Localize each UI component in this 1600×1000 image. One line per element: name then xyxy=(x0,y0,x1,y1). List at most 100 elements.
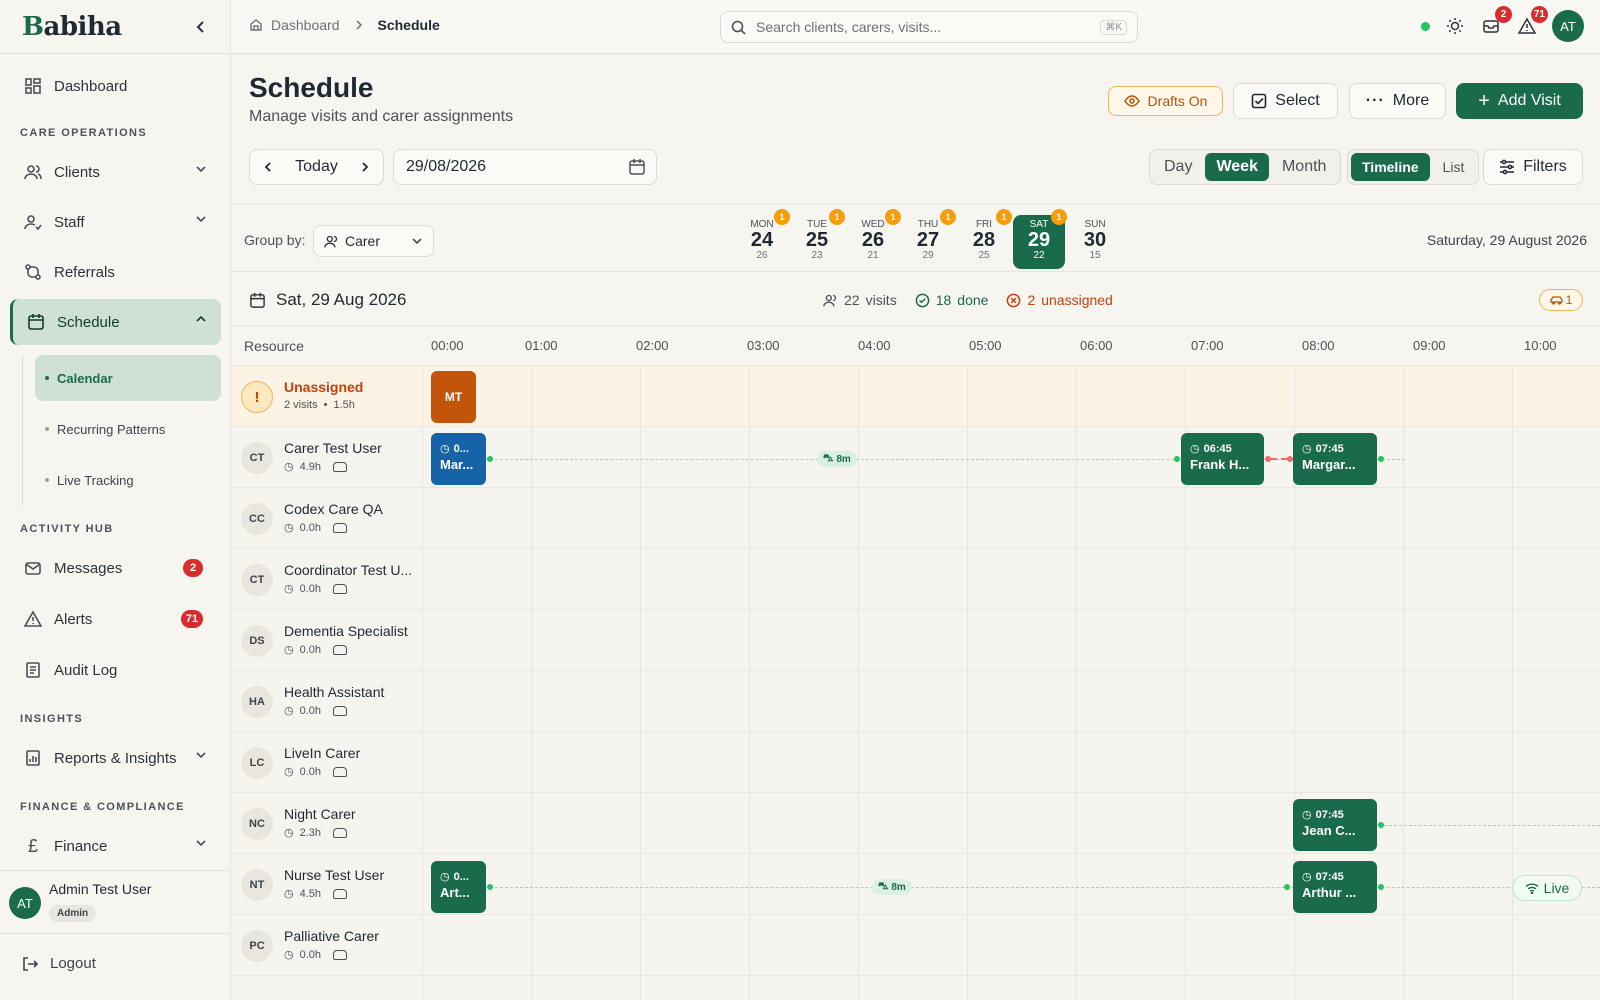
sidebar-item-schedule[interactable]: Schedule xyxy=(10,299,221,345)
week-strip: Group by: Carer MON 24 26 1 TUE 25 23 1 … xyxy=(231,204,1600,272)
sidebar-item-dashboard[interactable]: Dashboard xyxy=(10,63,221,109)
resource-name[interactable]: Dementia Specialist xyxy=(284,623,408,639)
unassigned-warning-icon: ! xyxy=(241,381,273,413)
breadcrumb-dashboard[interactable]: Dashboard xyxy=(271,17,340,33)
today-button[interactable]: Today xyxy=(295,158,338,176)
sidebar-item-referrals[interactable]: Referrals xyxy=(10,249,221,295)
resource-name[interactable]: Palliative Carer xyxy=(284,928,379,944)
avatar: NC xyxy=(241,808,273,840)
visit-client: Jean C... xyxy=(1302,823,1356,838)
clock-icon: ◷ xyxy=(1302,443,1312,455)
day-sat-selected[interactable]: SAT 29 22 1 xyxy=(1013,209,1067,269)
section-finance-compliance: FINANCE & COMPLIANCE xyxy=(20,801,185,813)
day-fri[interactable]: FRI 28 25 1 xyxy=(958,209,1012,269)
resource-name[interactable]: Health Assistant xyxy=(284,684,384,700)
hour-gridline xyxy=(858,366,859,1000)
drafts-toggle-button[interactable]: Drafts On xyxy=(1108,86,1223,116)
day-tue[interactable]: TUE 25 23 1 xyxy=(791,209,845,269)
day-date: 30 xyxy=(1083,229,1107,251)
more-button[interactable]: ··· More xyxy=(1349,83,1446,119)
drafts-label: Drafts On xyxy=(1147,93,1208,109)
day-wed[interactable]: WED 26 21 1 xyxy=(847,209,901,269)
sidebar-item-messages[interactable]: Messages 2 xyxy=(10,545,221,591)
visit-block[interactable]: ◷ 07:45 Margar... xyxy=(1293,433,1377,485)
chevron-down-icon xyxy=(195,749,207,761)
resource-hours: 0.0h xyxy=(299,582,322,595)
resource-name[interactable]: Night Carer xyxy=(284,806,356,822)
next-period-button[interactable] xyxy=(359,161,371,173)
sidebar-subitem-live-tracking[interactable]: Live Tracking xyxy=(35,457,221,503)
travel-warning-pill[interactable]: 1 xyxy=(1539,289,1583,311)
sidebar-subitem-calendar[interactable]: Calendar xyxy=(35,355,221,401)
current-user[interactable]: AT Admin Test User Admin xyxy=(0,870,231,934)
clock-icon: ◷ xyxy=(440,871,450,883)
collapse-sidebar-icon[interactable] xyxy=(194,20,208,34)
group-by-select[interactable]: Carer xyxy=(313,225,434,257)
sidebar-item-clients[interactable]: Clients xyxy=(10,149,221,195)
visit-block[interactable]: ◷ 06:45 Frank H... xyxy=(1181,433,1264,485)
visit-block[interactable]: ◷ 0... Art... xyxy=(431,861,486,913)
sidebar-item-finance[interactable]: £ Finance xyxy=(10,823,221,869)
theme-toggle-sun-icon[interactable] xyxy=(1444,15,1466,37)
day-thu[interactable]: THU 27 29 1 xyxy=(902,209,956,269)
visit-block[interactable]: ◷ 07:45 Arthur ... xyxy=(1293,861,1377,913)
day-date: 26 xyxy=(861,229,885,251)
user-avatar-menu[interactable]: AT xyxy=(1552,10,1584,42)
travel-time-chip: ⛍ 8m xyxy=(817,451,857,467)
range-switcher: Day Week Month xyxy=(1149,149,1342,185)
clock-icon: ◷ xyxy=(284,705,294,717)
filters-button[interactable]: Filters xyxy=(1483,149,1583,185)
avatar: HA xyxy=(241,686,273,718)
sidebar-item-audit-log[interactable]: Audit Log xyxy=(10,647,221,693)
logout-button[interactable]: Logout xyxy=(22,955,96,972)
resource-name[interactable]: Codex Care QA xyxy=(284,501,383,517)
sidebar-item-reports[interactable]: Reports & Insights xyxy=(10,735,221,781)
car-icon xyxy=(333,461,348,472)
resource-hours: 0.0h xyxy=(299,643,322,656)
sidebar-item-alerts[interactable]: Alerts 71 xyxy=(10,596,221,642)
home-icon xyxy=(249,18,263,32)
hour-label: 02:00 xyxy=(636,338,669,353)
messages-inbox-icon[interactable]: 2 xyxy=(1480,6,1512,37)
day-mon[interactable]: MON 24 26 1 xyxy=(736,209,790,269)
visit-block-unassigned[interactable]: MT xyxy=(431,371,476,423)
resource-name[interactable]: LiveIn Carer xyxy=(284,745,360,761)
add-visit-button[interactable]: + Add Visit xyxy=(1456,83,1583,119)
previous-period-button[interactable] xyxy=(262,161,274,173)
sidebar-subitem-recurring-patterns[interactable]: Recurring Patterns xyxy=(35,406,221,452)
clock-icon: ◷ xyxy=(284,644,294,656)
hour-gridline xyxy=(640,366,641,1000)
bullet-icon xyxy=(45,376,49,380)
range-week-tab[interactable]: Week xyxy=(1205,153,1269,181)
referral-icon xyxy=(22,261,44,283)
app-logo[interactable]: Babiha xyxy=(22,12,122,42)
sidebar-item-staff[interactable]: Staff xyxy=(10,199,221,245)
view-timeline-tab[interactable]: Timeline xyxy=(1351,153,1430,181)
role-badge: Admin xyxy=(49,905,97,922)
calendar-icon[interactable] xyxy=(628,158,646,176)
resource-row: CT Coordinator Test U... ◷ 0.0h xyxy=(231,549,1600,610)
select-button[interactable]: Select xyxy=(1233,83,1338,119)
clock-icon: ◷ xyxy=(1302,809,1312,821)
visit-block[interactable]: ◷ 07:45 Jean C... xyxy=(1293,799,1377,851)
visit-time-text: 0... xyxy=(453,871,469,883)
resource-name[interactable]: Nurse Test User xyxy=(284,867,384,883)
date-picker-input[interactable]: 29/08/2026 xyxy=(393,149,657,185)
resource-name[interactable]: Coordinator Test U... xyxy=(284,562,412,578)
view-list-tab[interactable]: List xyxy=(1432,153,1476,181)
resource-meta: ◷ 0.0h xyxy=(284,765,348,778)
search-input[interactable]: Search clients, carers, visits... ⌘K xyxy=(720,11,1138,43)
day-sun[interactable]: SUN 30 15 xyxy=(1069,215,1121,269)
visit-block[interactable]: ◷ 0... Mar... xyxy=(431,433,486,485)
alerts-bell-icon[interactable]: 71 xyxy=(1516,6,1548,37)
avatar: AT xyxy=(9,887,41,919)
calendar-icon xyxy=(249,292,266,309)
pound-icon: £ xyxy=(27,835,38,856)
resource-name[interactable]: Carer Test User xyxy=(284,440,382,456)
day-visit-count: 23 xyxy=(811,250,823,261)
live-tracking-button[interactable]: Live xyxy=(1512,875,1582,901)
range-month-tab[interactable]: Month xyxy=(1271,153,1337,181)
visit-client: Art... xyxy=(440,885,470,900)
range-day-tab[interactable]: Day xyxy=(1153,153,1203,181)
sidebar-subitem-label: Calendar xyxy=(57,370,113,386)
